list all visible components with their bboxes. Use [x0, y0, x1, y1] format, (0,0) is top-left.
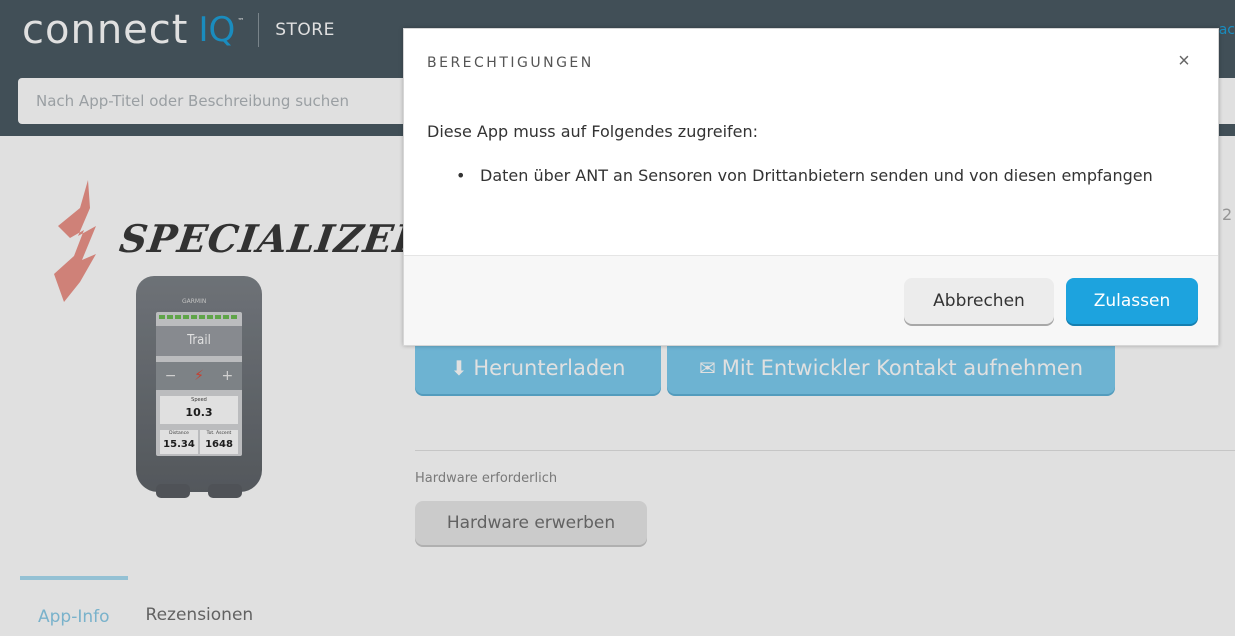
dialog-title: BERECHTIGUNGEN	[427, 55, 594, 71]
allow-button[interactable]: Zulassen	[1066, 278, 1198, 324]
dialog-footer: Abbrechen Zulassen	[404, 255, 1218, 345]
close-icon[interactable]: ×	[1172, 49, 1196, 73]
permission-item: Daten über ANT an Sensoren von Drittanbi…	[456, 160, 1156, 192]
permission-list: Daten über ANT an Sensoren von Drittanbi…	[456, 160, 1156, 192]
permissions-dialog: BERECHTIGUNGEN × Diese App muss auf Folg…	[403, 28, 1219, 346]
cancel-button[interactable]: Abbrechen	[904, 278, 1054, 324]
dialog-intro-text: Diese App muss auf Folgendes zugreifen:	[427, 122, 759, 141]
